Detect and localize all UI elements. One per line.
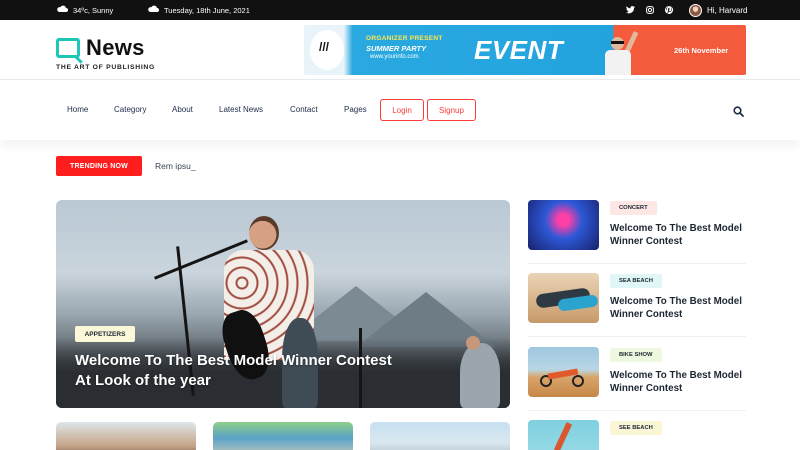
- search-icon[interactable]: [733, 104, 744, 117]
- cloud-icon: [56, 5, 68, 15]
- user-greeting: Hi, Harvard: [707, 5, 748, 15]
- nav-latest-news[interactable]: Latest News: [219, 105, 263, 114]
- side-post-title[interactable]: Welcome To The Best Model Winner Contest: [610, 295, 750, 321]
- pinterest-icon[interactable]: [664, 0, 674, 20]
- trending-label: TRENDING NOW: [56, 156, 142, 176]
- post-thumbnail[interactable]: [56, 422, 196, 450]
- drummer-head: [466, 336, 480, 350]
- post-thumbnail[interactable]: [528, 200, 599, 250]
- category-badge[interactable]: SEA BEACH: [610, 274, 662, 288]
- divider: [528, 263, 746, 264]
- post-thumbnail[interactable]: [528, 347, 599, 397]
- weather-text: 34ºc, Sunny: [73, 5, 114, 15]
- nav-pages[interactable]: Pages: [344, 105, 367, 114]
- nav-about[interactable]: About: [172, 105, 193, 114]
- post-thumbnail[interactable]: [528, 273, 599, 323]
- avatar: [689, 3, 702, 17]
- logo-icon: [56, 38, 80, 58]
- post-thumbnail[interactable]: [370, 422, 510, 450]
- category-badge[interactable]: CONCERT: [610, 201, 657, 215]
- category-badge[interactable]: SEE BEACH: [610, 421, 662, 435]
- weather-info: 34ºc, Sunny: [56, 0, 113, 20]
- featured-badge[interactable]: APPETIZERS: [75, 326, 135, 342]
- trending-ticker[interactable]: Rem ipsu_: [155, 161, 196, 171]
- drummer-figure: [460, 343, 500, 408]
- signup-button[interactable]: Signup: [427, 99, 476, 121]
- nav-home[interactable]: Home: [67, 105, 88, 114]
- featured-post[interactable]: APPETIZERS Welcome To The Best Model Win…: [56, 200, 510, 408]
- side-post[interactable]: SEE BEACH: [528, 420, 746, 450]
- banner-person-image: [599, 30, 639, 75]
- instagram-icon[interactable]: [645, 0, 655, 20]
- top-bar: 34ºc, Sunny Tuesday, 18th June, 2021 Hi,…: [0, 0, 800, 20]
- cloud-icon: [147, 5, 159, 15]
- banner-url: www.yourinfo.com: [370, 54, 419, 60]
- divider: [528, 410, 746, 411]
- user-menu[interactable]: Hi, Harvard: [689, 0, 747, 20]
- post-thumbnail[interactable]: [213, 422, 353, 450]
- nav-category[interactable]: Category: [114, 105, 146, 114]
- banner-organizer: ORGANIZER PRESENT: [366, 35, 443, 42]
- site-header: News THE ART OF PUBLISHING /// ORGANIZER…: [0, 20, 800, 80]
- post-thumbnail[interactable]: [528, 420, 599, 450]
- event-banner-ad[interactable]: /// ORGANIZER PRESENT SUMMER PARTY www.y…: [304, 25, 746, 75]
- banner-date: 26th November: [674, 46, 729, 55]
- site-logo[interactable]: News THE ART OF PUBLISHING: [56, 35, 155, 71]
- date-info: Tuesday, 18th June, 2021: [147, 0, 250, 20]
- category-badge[interactable]: BIKE SHOW: [610, 348, 662, 362]
- featured-title[interactable]: Welcome To The Best Model Winner Contest…: [75, 351, 395, 391]
- side-post[interactable]: CONCERT Welcome To The Best Model Winner…: [528, 200, 746, 252]
- side-post[interactable]: SEA BEACH Welcome To The Best Model Winn…: [528, 273, 746, 325]
- date-text: Tuesday, 18th June, 2021: [164, 5, 250, 15]
- side-post-title[interactable]: Welcome To The Best Model Winner Contest: [610, 369, 750, 395]
- divider: [528, 336, 746, 337]
- banner-subtitle: SUMMER PARTY: [366, 44, 427, 53]
- nav-contact[interactable]: Contact: [290, 105, 318, 114]
- side-post-title[interactable]: Welcome To The Best Model Winner Contest: [610, 222, 750, 248]
- login-button[interactable]: Login: [380, 99, 424, 121]
- banner-logo-icon: ///: [310, 30, 344, 70]
- logo-tagline: THE ART OF PUBLISHING: [56, 64, 156, 71]
- side-post[interactable]: BIKE SHOW Welcome To The Best Model Winn…: [528, 347, 746, 399]
- twitter-icon[interactable]: [625, 0, 635, 20]
- banner-headline: EVENT: [474, 35, 564, 65]
- logo-name: News: [86, 35, 145, 60]
- singer-head: [249, 216, 279, 250]
- main-nav: Home Category About Latest News Contact …: [0, 80, 800, 140]
